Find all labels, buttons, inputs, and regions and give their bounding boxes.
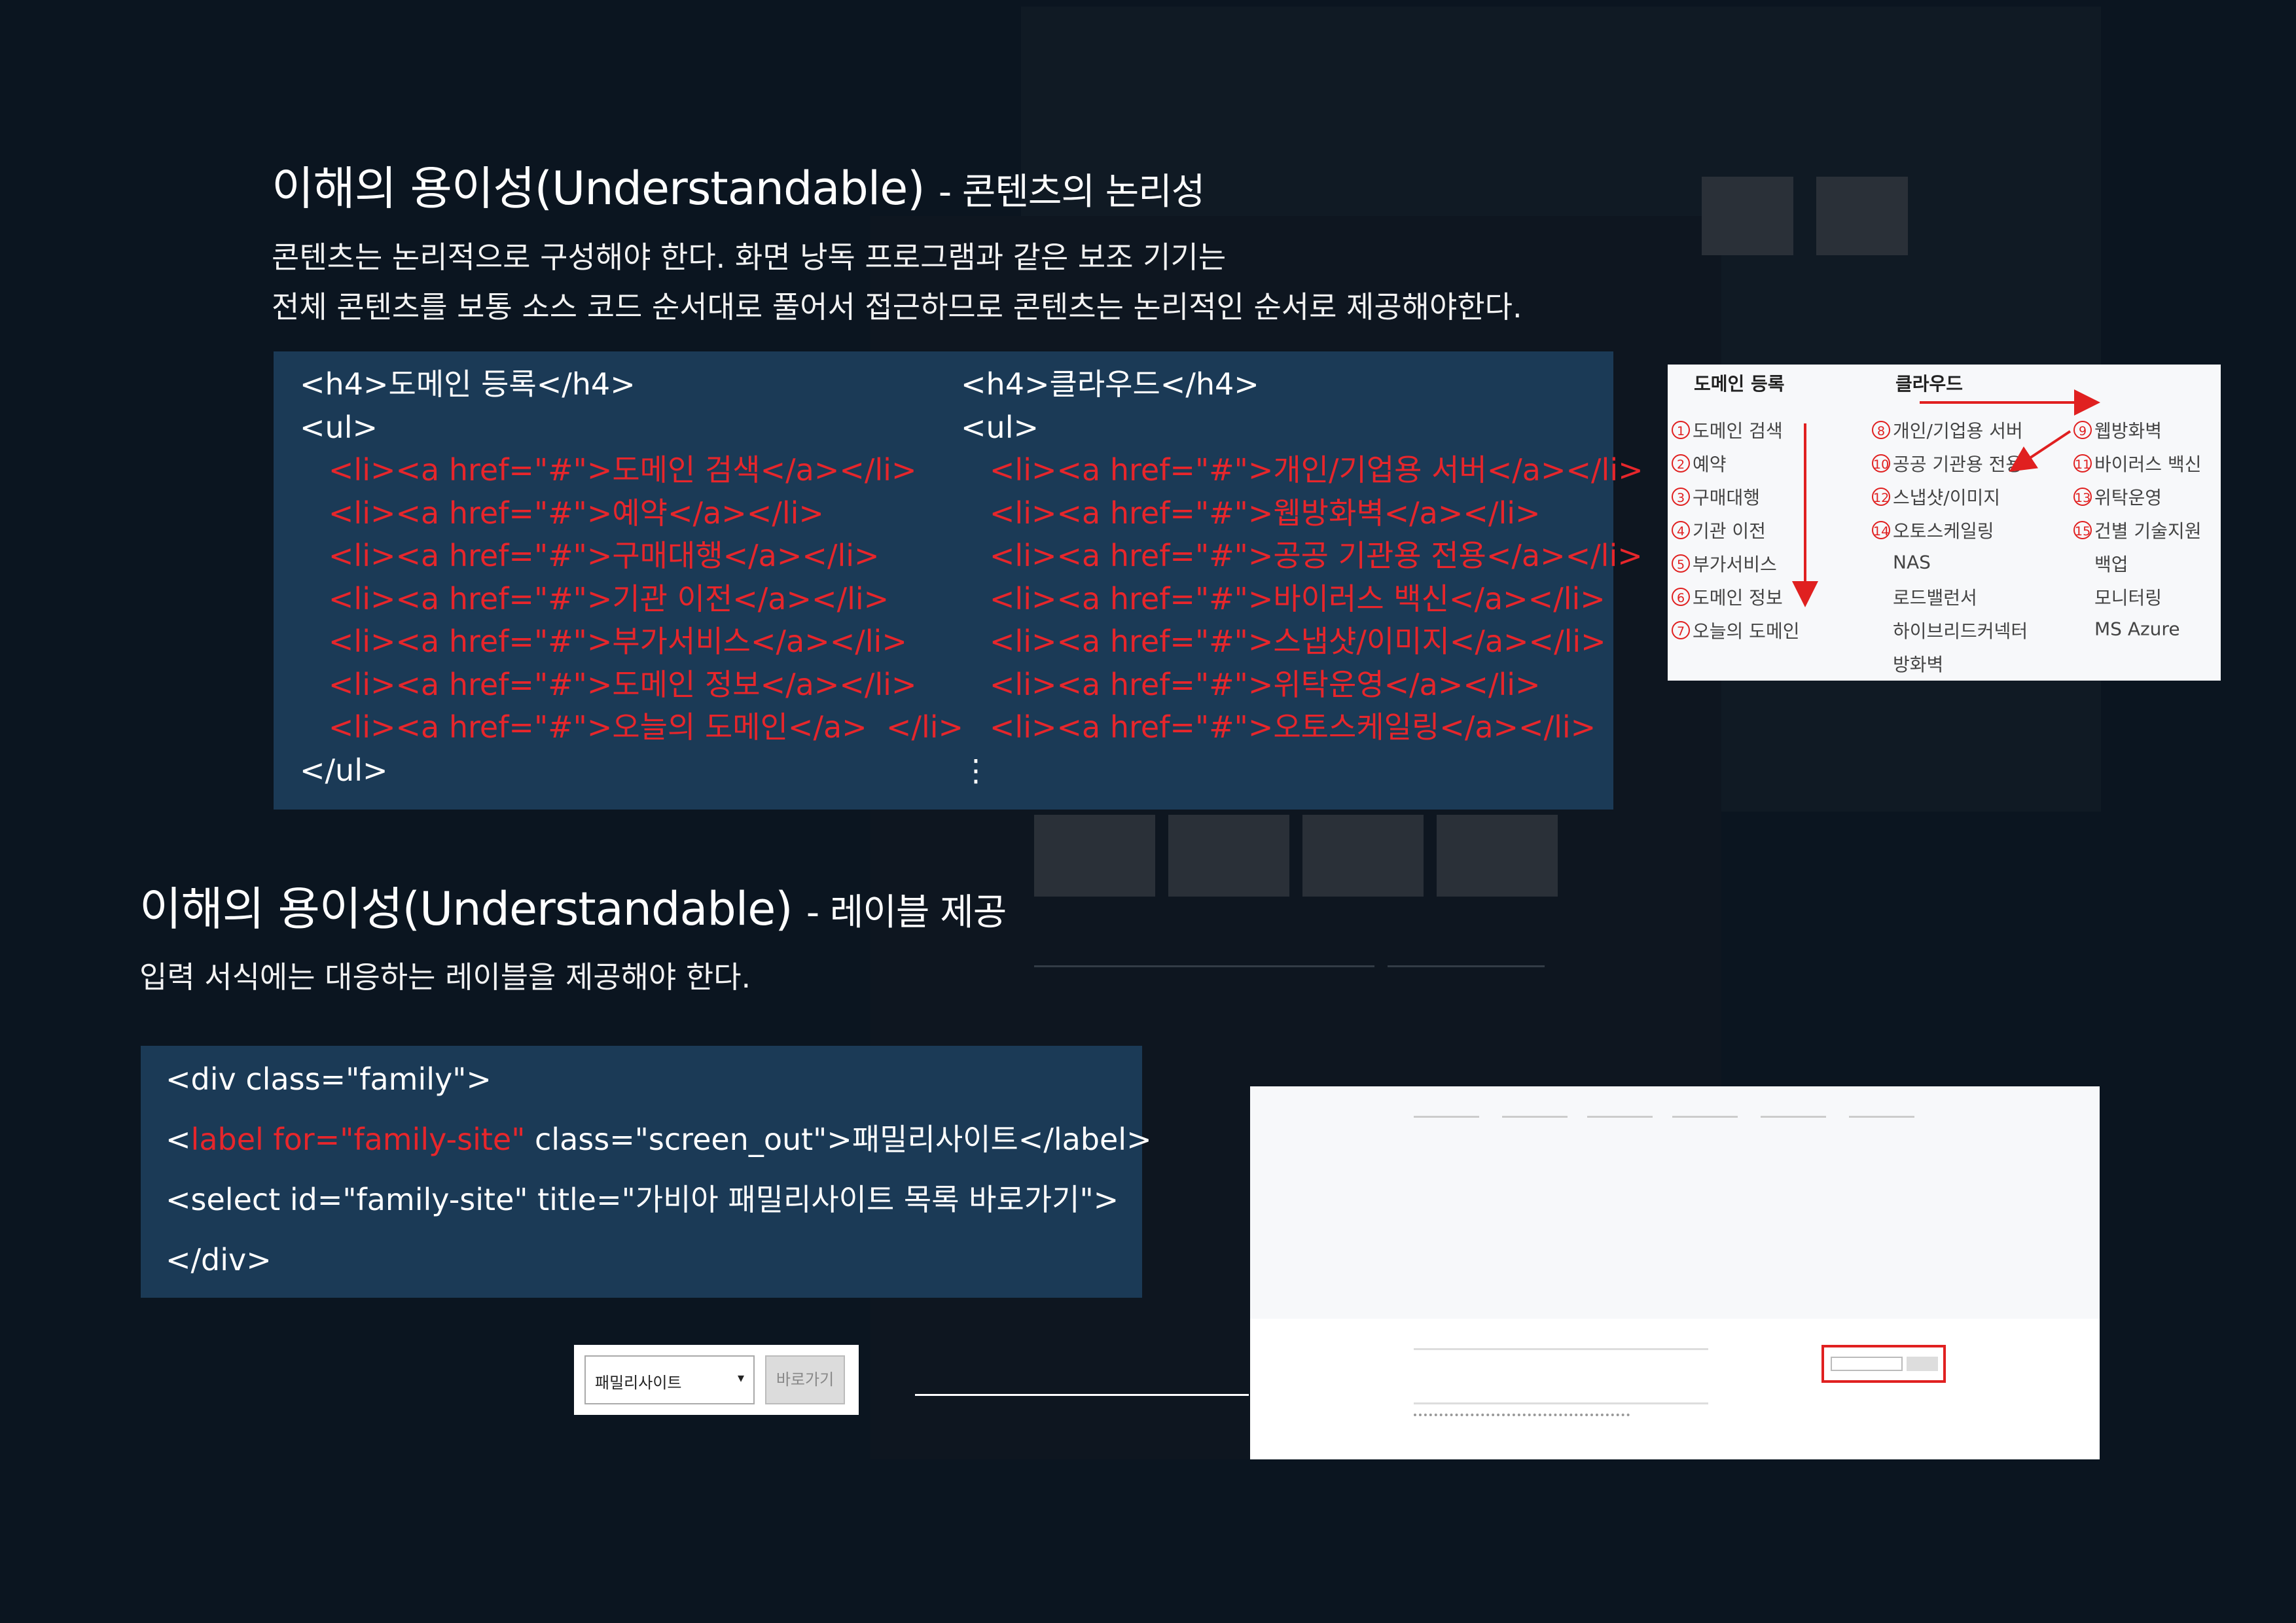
code-line: <h4>클라우드</h4> [961,366,1259,402]
code-right-column: <h4>클라우드</h4> <ul> <li><a href="#">개인/기업용… [961,363,1643,792]
chevron-down-icon: ▾ [738,1370,745,1385]
section2-title-main: 이해의 용이성(Understandable) [139,882,793,936]
code-line: <li><a href="#">오늘의 도메인</a> </li> [300,709,964,745]
section2-code-block: <div class="family"> <label for="family-… [141,1046,1152,1298]
footer-badges [1414,1414,1630,1437]
code-line: <li><a href="#">도메인 검색</a></li> [300,452,917,488]
section2-title-sub: - 레이블 제공 [806,891,1007,934]
footer-column [1502,1116,1568,1236]
background-thumbnail [1034,815,1155,897]
section1-title-sub: - 콘텐츠의 논리성 [938,171,1205,213]
code2-lines: <div class="family"> <label for="family-… [166,1049,1152,1290]
code2-line2: <label for="family-site" class="screen_o… [166,1109,1152,1169]
code2-line2-post: class="screen_out">패밀리사이트</label> [525,1122,1152,1157]
code2-line1: <div class="family"> [166,1061,492,1097]
section1-desc-line2: 전체 콘텐츠를 보통 소스 코드 순서대로 풀어서 접근하므로 콘텐츠는 논리적… [272,289,1522,325]
background-thumbnail [1168,815,1289,897]
code-line: <li><a href="#">기관 이전</a></li> [300,580,889,616]
code-line: <li><a href="#">개인/기업용 서버</a></li> [961,452,1643,488]
code2-line4: </div> [166,1242,272,1277]
code-line: </ul> [300,752,388,788]
background-thumbnail [1816,177,1908,255]
code-line: <li><a href="#">도메인 정보</a></li> [300,666,917,702]
section2-description: 입력 서식에는 대응하는 레이블을 제공해야 한다. [139,959,751,995]
code2-line2-red: label for="family-site" [190,1122,526,1157]
connector-line [915,1394,1249,1396]
order-arrows [1792,389,2100,607]
code-line: <ul> [961,409,1039,445]
go-button[interactable]: 바로가기 [765,1355,845,1404]
background-thumbnail [1437,815,1558,897]
family-site-widget: 패밀리사이트 ▾ 바로가기 [574,1345,859,1415]
code-left-column: <h4>도메인 등록</h4> <ul> <li><a href="#">도메인 … [300,363,963,792]
code-line: <li><a href="#">바이러스 백신</a></li> [961,580,1605,616]
code-line: <li><a href="#">오토스케일링</a></li> [961,709,1596,745]
code-line: <li><a href="#">공공 기관용 전용</a></li> [961,538,1643,573]
section1-code-block: <h4>도메인 등록</h4> <ul> <li><a href="#">도메인 … [274,351,1643,810]
navigation-menu-screenshot: 도메인 등록 클라우드 1 도메인 검색 2 예약 3 구매대행 4 기관 이전 5 부가서비스 6… [1668,365,2221,681]
background-thumbnail [1302,815,1424,897]
code-line: <ul> [300,409,378,445]
footer-column [1587,1116,1653,1222]
family-site-select[interactable]: 패밀리사이트 ▾ [584,1355,755,1404]
code-line: <li><a href="#">위탁운영</a></li> [961,666,1541,702]
code-line: <h4>도메인 등록</h4> [300,366,636,402]
family-site-select-value: 패밀리사이트 [595,1374,682,1392]
code-line: ⋮ [961,752,991,788]
code-line: <li><a href="#">부가서비스</a></li> [300,624,907,659]
background-divider [1388,965,1545,967]
section1-title: 이해의 용이성(Understandable) - 콘텐츠의 논리성 [272,152,1205,218]
footer-info-bar [1414,1348,1708,1404]
footer-column [1414,1116,1479,1216]
footer-column [1672,1116,1738,1288]
code-line: <li><a href="#">구매대행</a></li> [300,538,880,573]
footer-family-site-highlight [1821,1345,1946,1383]
section1-title-main: 이해의 용이성(Understandable) [272,162,925,215]
arrow-diagonal [2009,430,2072,472]
footer-column [1849,1116,1914,1196]
background-divider [1034,965,1374,967]
section1-desc-line1: 콘텐츠는 논리적으로 구성해야 한다. 화면 낭독 프로그램과 같은 보조 기기… [272,240,1227,275]
code-line: <li><a href="#">스냅샷/이미지</a></li> [961,624,1606,659]
background-thumbnail [1702,177,1793,255]
footer-column [1761,1116,1826,1288]
code-line: <li><a href="#">웹방화벽</a></li> [961,495,1541,531]
code2-line2-pre: < [166,1122,191,1157]
section2-title: 이해의 용이성(Understandable) - 레이블 제공 [139,872,1007,938]
footer-screenshot [1250,1086,2100,1459]
code-line: <li><a href="#">예약</a></li> [300,495,824,531]
section1-description: 콘텐츠는 논리적으로 구성해야 한다. 화면 낭독 프로그램과 같은 보조 기기… [272,232,1522,332]
code2-line3: <select id="family-site" title="가비아 패밀리사… [166,1182,1119,1217]
